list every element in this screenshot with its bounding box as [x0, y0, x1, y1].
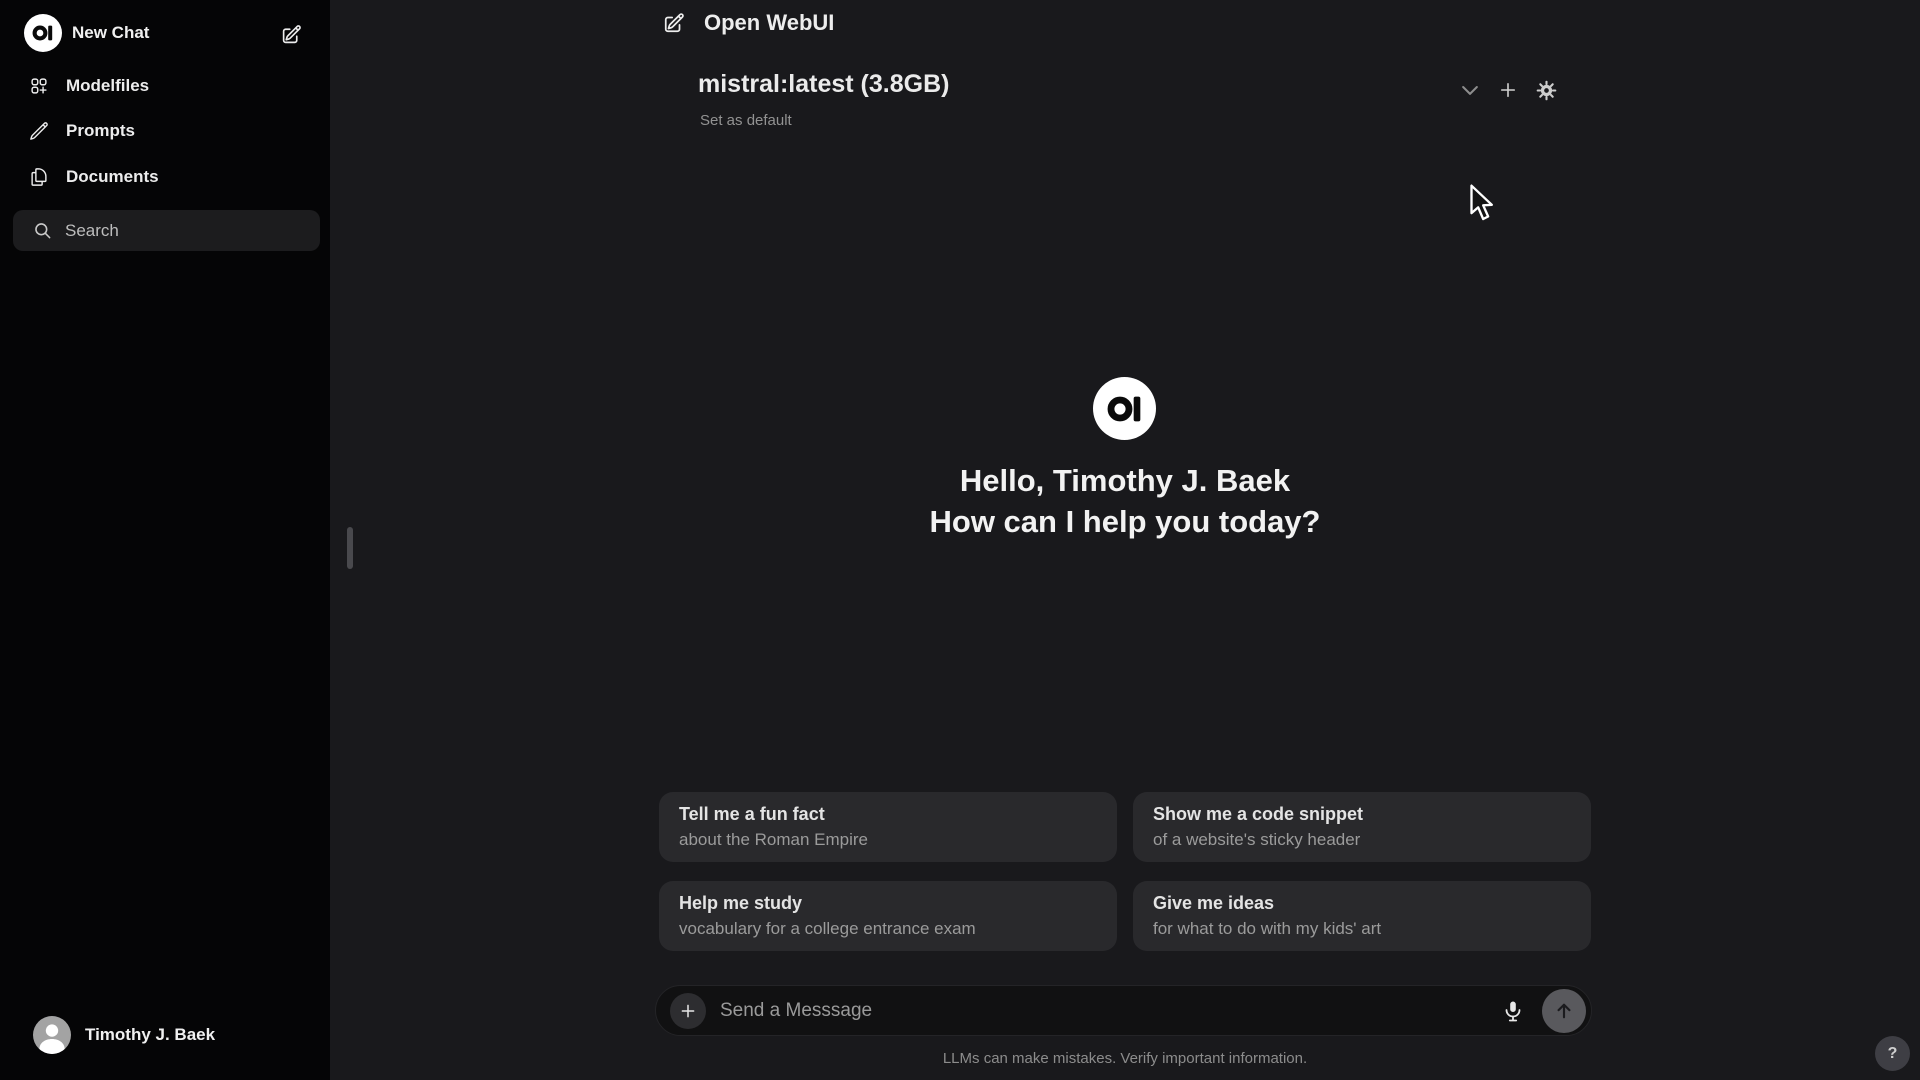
- add-model-button[interactable]: [1496, 78, 1520, 102]
- sidebar-item-label: Documents: [66, 167, 159, 186]
- suggestion-title: Show me a code snippet: [1153, 804, 1364, 824]
- suggestion-grid: Tell me a fun fact about the Roman Empir…: [659, 792, 1591, 951]
- search-input[interactable]: [65, 220, 295, 241]
- avatar: [33, 1016, 71, 1054]
- settings-button[interactable]: [1534, 78, 1558, 102]
- send-button[interactable]: [1542, 989, 1586, 1033]
- user-menu[interactable]: Timothy J. Baek: [14, 1008, 316, 1062]
- suggestion-subtitle: for what to do with my kids' art: [1153, 919, 1382, 938]
- search-icon: [35, 223, 51, 239]
- app-title-row: Open WebUI: [663, 10, 834, 36]
- openwebui-logo-icon: [24, 14, 62, 52]
- suggestion-subtitle: vocabulary for a college entrance exam: [679, 919, 976, 938]
- message-composer: [655, 985, 1592, 1036]
- squares-plus-icon: [31, 78, 47, 94]
- voice-input-button[interactable]: [1499, 997, 1527, 1025]
- set-as-default-link[interactable]: Set as default: [700, 112, 792, 129]
- new-chat-edit-icon[interactable]: [279, 22, 303, 46]
- chevron-down-icon[interactable]: [1458, 78, 1482, 102]
- sidebar-item-prompts[interactable]: Prompts: [10, 112, 320, 150]
- suggestion-title: Help me study: [679, 893, 803, 913]
- plus-icon: [1500, 82, 1516, 98]
- document-duplicate-icon: [31, 168, 47, 186]
- arrow-up-icon: [1557, 1003, 1571, 1019]
- open-webui-window: New Chat Modelfiles Prompts Documents Se…: [0, 0, 1920, 1080]
- openwebui-logo-icon: [1093, 377, 1156, 440]
- attach-button[interactable]: [670, 993, 706, 1029]
- suggestion-card[interactable]: Give me ideas for what to do with my kid…: [1133, 881, 1591, 951]
- suggestion-subtitle: about the Roman Empire: [679, 830, 868, 849]
- plus-icon: [681, 1004, 695, 1018]
- mouse-cursor: [1467, 184, 1501, 224]
- sidebar-search[interactable]: [13, 210, 320, 251]
- new-chat-label: New Chat: [72, 23, 150, 42]
- sidebar-item-label: Modelfiles: [66, 76, 150, 95]
- app-title: Open WebUI: [704, 10, 835, 35]
- disclaimer-text: LLMs can make mistakes. Verify important…: [942, 1050, 1308, 1067]
- gear-icon: [1536, 80, 1556, 100]
- message-input[interactable]: [720, 986, 1490, 1035]
- suggestion-card[interactable]: Help me study vocabulary for a college e…: [659, 881, 1117, 951]
- sidebar-item-modelfiles[interactable]: Modelfiles: [10, 67, 320, 105]
- sidebar-item-documents[interactable]: Documents: [10, 158, 320, 196]
- suggestion-card[interactable]: Show me a code snippet of a website's st…: [1133, 792, 1591, 862]
- suggestion-title: Tell me a fun fact: [679, 804, 825, 824]
- suggestion-title: Give me ideas: [1153, 893, 1275, 913]
- model-toolbar: [1458, 78, 1558, 102]
- help-button[interactable]: ?: [1875, 1036, 1910, 1071]
- pencil-square-icon[interactable]: [663, 12, 685, 34]
- greeting-line2: How can I help you today?: [929, 504, 1321, 539]
- suggestion-card[interactable]: Tell me a fun fact about the Roman Empir…: [659, 792, 1117, 862]
- greeting: Hello, Timothy J. Baek How can I help yo…: [725, 460, 1525, 542]
- user-name: Timothy J. Baek: [85, 1025, 216, 1044]
- model-selector[interactable]: mistral:latest (3.8GB): [698, 70, 949, 98]
- microphone-icon: [1505, 1001, 1521, 1022]
- suggestion-subtitle: of a website's sticky header: [1153, 830, 1361, 849]
- sidebar-resize-handle[interactable]: [347, 527, 353, 569]
- new-chat-row[interactable]: New Chat: [0, 12, 330, 56]
- pencil-icon: [30, 122, 48, 140]
- sidebar: New Chat Modelfiles Prompts Documents Se…: [0, 0, 330, 1080]
- sidebar-item-label: Prompts: [66, 121, 135, 140]
- greeting-line1: Hello, Timothy J. Baek: [959, 463, 1291, 498]
